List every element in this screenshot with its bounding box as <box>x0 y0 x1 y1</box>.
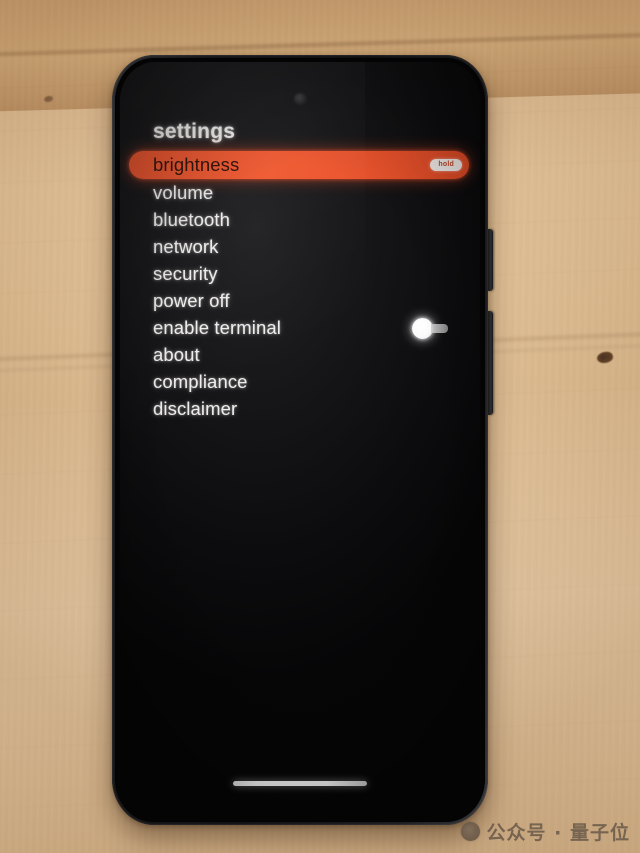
menu-item-about[interactable]: about <box>120 341 480 368</box>
menu-item-power-off[interactable]: power off <box>120 287 480 314</box>
menu-item-label: security <box>153 262 218 284</box>
phone-device: settings brightness hold volume bluetoot… <box>112 55 493 825</box>
phone-screen: settings brightness hold volume bluetoot… <box>120 62 480 818</box>
watermark: 公众号 · 量子位 <box>460 818 630 845</box>
menu-item-label: compliance <box>153 370 248 392</box>
settings-menu: brightness hold volume bluetooth network… <box>120 151 480 422</box>
menu-item-brightness[interactable]: brightness hold <box>129 151 469 179</box>
menu-item-label: about <box>153 343 200 365</box>
menu-item-compliance[interactable]: compliance <box>120 368 480 395</box>
watermark-logo-icon <box>460 822 480 841</box>
watermark-text: 公众号 · 量子位 <box>486 822 630 844</box>
menu-item-label: bluetooth <box>153 208 231 230</box>
menu-item-bluetooth[interactable]: bluetooth <box>120 206 480 233</box>
power-button[interactable] <box>488 229 493 291</box>
menu-item-label: disclaimer <box>153 397 238 419</box>
front-camera-icon <box>294 93 307 105</box>
scroll-handle-dot <box>412 318 433 339</box>
scroll-handle[interactable] <box>412 318 448 339</box>
home-indicator[interactable] <box>233 781 367 786</box>
page-title: settings <box>153 120 236 143</box>
menu-item-disclaimer[interactable]: disclaimer <box>120 395 480 422</box>
menu-item-security[interactable]: security <box>120 260 480 287</box>
menu-item-label: network <box>153 235 219 257</box>
hold-badge: hold <box>430 159 462 171</box>
menu-item-label: volume <box>153 181 214 203</box>
settings-app: settings brightness hold volume bluetoot… <box>120 62 480 818</box>
volume-button[interactable] <box>488 311 493 415</box>
menu-item-volume[interactable]: volume <box>120 179 480 206</box>
menu-item-network[interactable]: network <box>120 233 480 260</box>
menu-item-label: power off <box>153 289 230 311</box>
menu-item-label: enable terminal <box>153 316 281 338</box>
menu-item-label: brightness <box>153 154 240 175</box>
scroll-handle-tab <box>431 324 448 333</box>
screenshot-root: settings brightness hold volume bluetoot… <box>0 0 640 853</box>
